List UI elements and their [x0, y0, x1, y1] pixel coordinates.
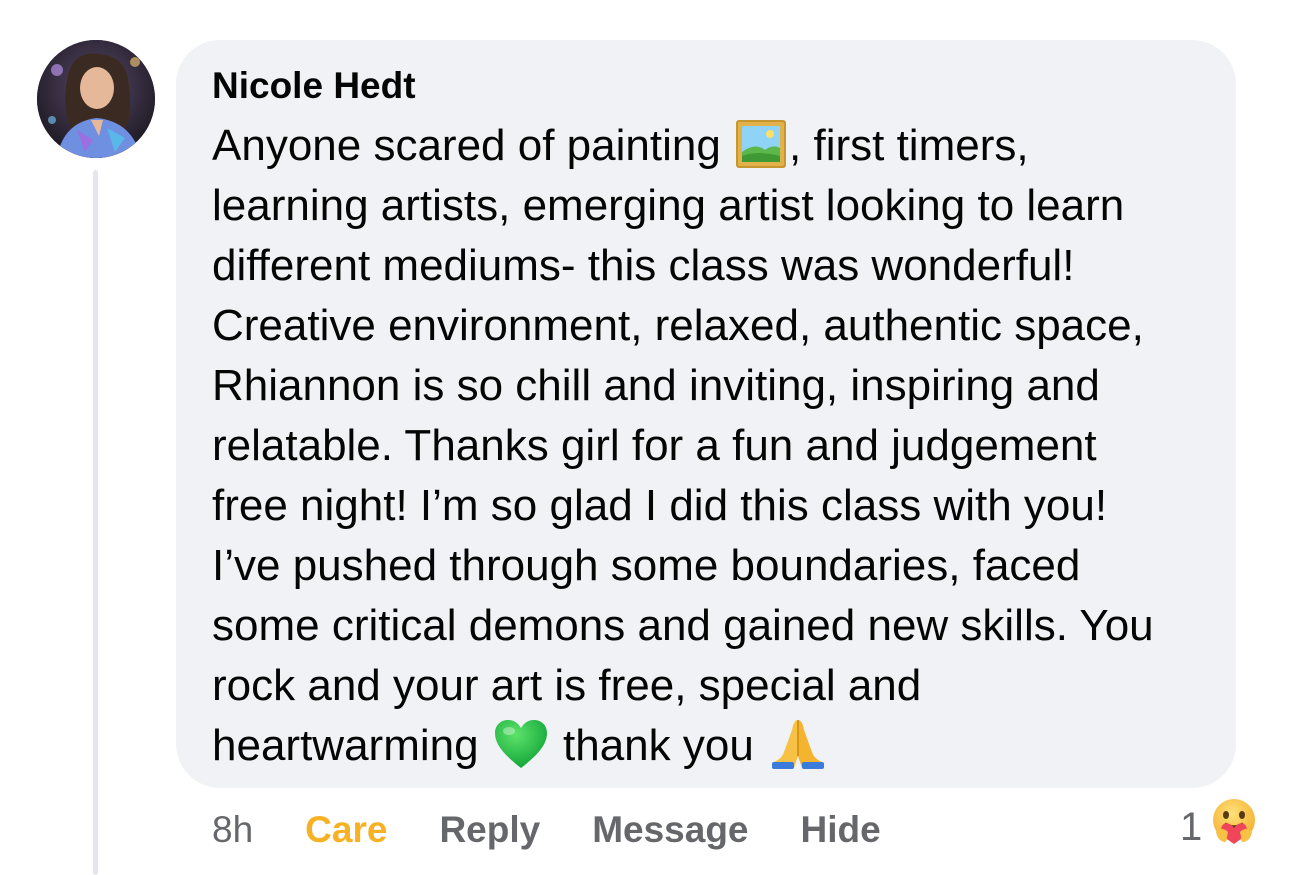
comment-line: I’ve pushed through some boundaries, fac… — [212, 541, 1081, 590]
comment-line: rock and your art is free, special and — [212, 661, 922, 710]
comment-text-segment: , first timers, — [789, 121, 1029, 170]
comment-line: learning artists, emerging artist lookin… — [212, 181, 1125, 230]
comment-line: some critical demons and gained new skil… — [212, 601, 1154, 650]
comment-line: Rhiannon is so chill and inviting, inspi… — [212, 361, 1100, 410]
hide-button[interactable]: Hide — [801, 809, 881, 851]
comment-line: heartwarming thank you — [212, 716, 1206, 776]
comment-actions: 8h Care Reply Message Hide — [212, 805, 933, 855]
care-reaction-button[interactable]: Care — [305, 809, 387, 851]
comment-text-segment: Anyone scared of painting — [212, 121, 734, 170]
green-heart-emoji-icon — [493, 718, 549, 770]
comment-bubble: Nicole Hedt Anyone scared of painting , … — [176, 40, 1236, 788]
comment-line: free night! I’m so glad I did this class… — [212, 481, 1108, 530]
comment-author[interactable]: Nicole Hedt — [212, 64, 1206, 108]
comment-line: Creative environment, relaxed, authentic… — [212, 301, 1144, 350]
comment-text-segment: thank you — [550, 721, 767, 770]
folded-hands-emoji-icon — [768, 716, 828, 770]
comment-line: Anyone scared of painting , first timers… — [212, 116, 1206, 176]
reply-button[interactable]: Reply — [439, 809, 540, 851]
comment-text: Anyone scared of painting , first timers… — [212, 116, 1206, 776]
reaction-count: 1 — [1180, 804, 1203, 849]
care-reaction-icon — [1208, 796, 1260, 858]
message-button[interactable]: Message — [592, 809, 748, 851]
reaction-summary[interactable]: 1 — [1180, 797, 1260, 857]
comment-line: relatable. Thanks girl for a fun and jud… — [212, 421, 1097, 470]
comment-line: different mediums- this class was wonder… — [212, 241, 1075, 290]
comment-timestamp[interactable]: 8h — [212, 809, 253, 851]
avatar[interactable] — [37, 40, 155, 158]
comment-text-segment: heartwarming — [212, 721, 491, 770]
thread-line — [93, 170, 98, 875]
framed-picture-emoji-icon — [735, 118, 787, 170]
